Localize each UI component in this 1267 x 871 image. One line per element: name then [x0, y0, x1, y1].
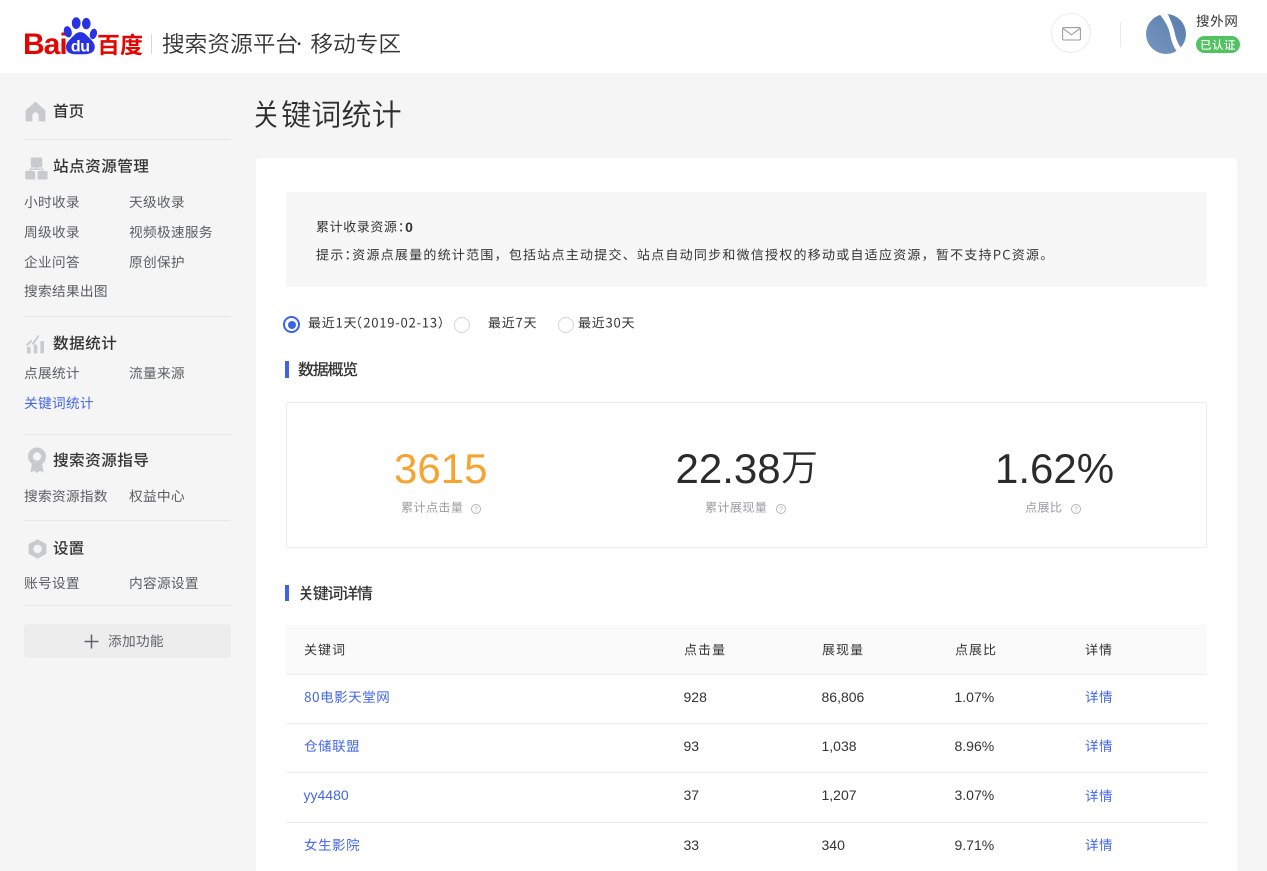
svg-text:?: ?	[1074, 507, 1078, 514]
svg-text:?: ?	[779, 507, 783, 514]
svg-text:?: ?	[474, 507, 478, 514]
svg-text:du: du	[71, 38, 90, 55]
